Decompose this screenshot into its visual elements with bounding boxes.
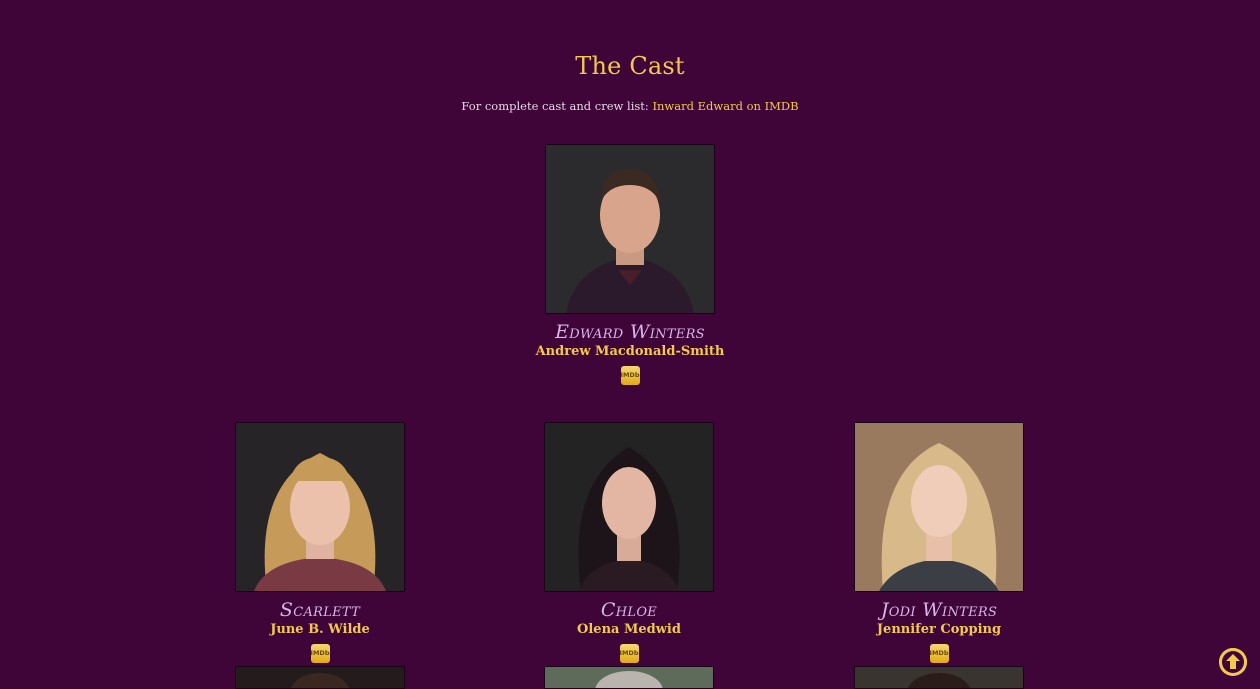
role-name: Jodi Winters [880,599,998,621]
role-name: Edward Winters [555,321,705,343]
cast-card-jodi-winters: Jodi Winters Jennifer Copping IMDb [839,422,1039,663]
actor-name[interactable]: June B. Wilde [220,621,420,638]
actor-name[interactable]: Jennifer Copping [839,621,1039,638]
actor-name[interactable]: Andrew Macdonald-Smith [530,343,730,360]
actor-photo[interactable] [854,422,1024,592]
actor-photo[interactable] [235,422,405,592]
arrow-circle-up-icon[interactable] [1219,648,1247,676]
cast-card-scarlett: Scarlett June B. Wilde IMDb [220,422,420,663]
actor-photo[interactable] [544,422,714,592]
intro-text: For complete cast and crew list: Inward … [0,99,1260,113]
imdb-badge-icon[interactable]: IMDb [310,644,330,663]
role-name: Chloe [600,599,658,621]
actor-photo-partial[interactable] [544,666,714,689]
imdb-full-cast-link[interactable]: Inward Edward on IMDB [652,99,798,113]
page-title: The Cast [575,52,685,80]
imdb-badge-icon[interactable]: IMDb [929,644,949,663]
actor-photo-partial[interactable] [854,666,1024,689]
actor-name[interactable]: Olena Medwid [529,621,729,638]
imdb-badge-icon[interactable]: IMDb [620,366,640,385]
cast-card-chloe: Chloe Olena Medwid IMDb [529,422,729,663]
actor-photo-partial[interactable] [235,666,405,689]
role-name: Scarlett [279,599,361,621]
cast-card-edward-winters: Edward Winters Andrew Macdonald-Smith IM… [530,144,730,385]
imdb-badge-icon[interactable]: IMDb [619,644,639,663]
actor-photo[interactable] [545,144,715,314]
intro-label: For complete cast and crew list: [461,99,653,113]
